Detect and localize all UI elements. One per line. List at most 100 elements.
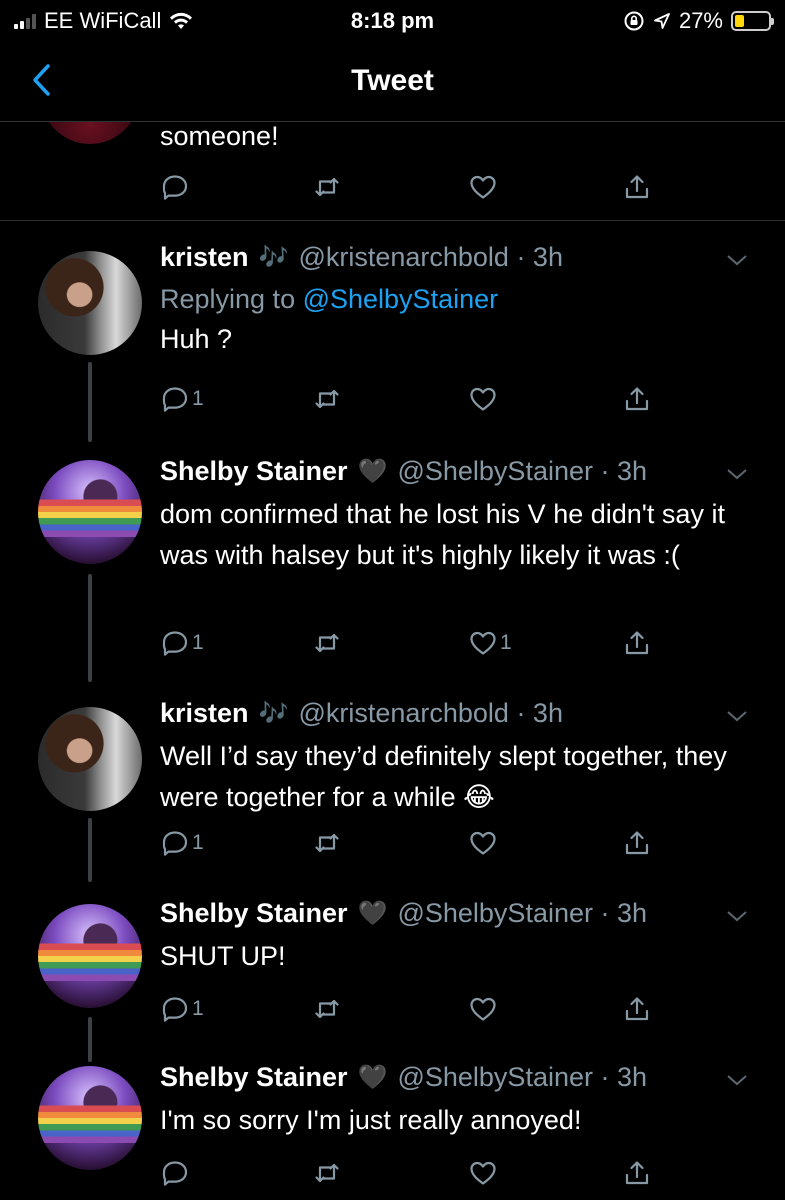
share-icon xyxy=(625,997,649,1021)
reply-icon xyxy=(162,175,188,200)
tweet-header: kristen 🎶 @kristenarchbold · 3h xyxy=(160,698,563,729)
like-button[interactable] xyxy=(468,828,498,858)
retweet-button[interactable] xyxy=(312,1158,342,1188)
retweet-icon xyxy=(315,177,339,197)
reply-count: 1 xyxy=(192,387,204,410)
tweet-text: dom confirmed that he lost his V he didn… xyxy=(160,499,725,570)
reply-count: 1 xyxy=(192,631,204,654)
retweet-button[interactable] xyxy=(312,172,342,202)
thread-line xyxy=(88,362,92,442)
heart-icon xyxy=(470,1161,496,1185)
location-arrow-icon xyxy=(654,13,670,29)
black-heart-emoji: 🖤 xyxy=(357,458,388,485)
share-button[interactable] xyxy=(622,828,652,858)
thread-line xyxy=(88,574,92,682)
reply-button[interactable]: 1 xyxy=(160,628,204,658)
handle-timestamp[interactable]: @ShelbyStainer · 3h xyxy=(397,456,647,487)
display-name[interactable]: Shelby Stainer xyxy=(160,456,348,487)
heart-icon xyxy=(470,631,496,655)
share-button[interactable] xyxy=(622,994,652,1024)
like-button[interactable] xyxy=(468,1158,498,1188)
avatar[interactable] xyxy=(38,707,142,811)
reply-icon xyxy=(162,1161,188,1186)
tweet-actions xyxy=(160,1158,680,1194)
display-name[interactable]: kristen xyxy=(160,242,249,273)
share-icon xyxy=(625,1161,649,1185)
share-icon xyxy=(625,631,649,655)
heart-icon xyxy=(470,831,496,855)
like-button[interactable] xyxy=(468,172,498,202)
tweet-text: I'm so sorry I'm just really annoyed! xyxy=(160,1105,582,1135)
handle-timestamp[interactable]: @ShelbyStainer · 3h xyxy=(397,1062,647,1093)
retweet-button[interactable] xyxy=(312,828,342,858)
share-button[interactable] xyxy=(622,384,652,414)
black-heart-emoji: 🖤 xyxy=(357,1064,388,1091)
tweet-text: Well I’d say they’d definitely slept tog… xyxy=(160,741,727,812)
tweet-text: Huh ? xyxy=(160,324,233,354)
tweet-header: kristen 🎶 @kristenarchbold · 3h xyxy=(160,242,563,273)
tweet[interactable]: Shelby Stainer 🖤 @ShelbyStainer · 3h I'm… xyxy=(0,1062,785,1200)
chevron-down-icon[interactable] xyxy=(725,462,749,486)
retweet-icon xyxy=(315,1163,339,1183)
tweet[interactable]: kristen 🎶 @kristenarchbold · 3h Well I’d… xyxy=(0,682,785,882)
tweet-header: Shelby Stainer 🖤 @ShelbyStainer · 3h xyxy=(160,1062,647,1093)
display-name[interactable]: Shelby Stainer xyxy=(160,1062,348,1093)
share-icon xyxy=(625,175,649,199)
battery-percent: 27% xyxy=(678,8,723,33)
share-button[interactable] xyxy=(622,172,652,202)
handle-timestamp[interactable]: @kristenarchbold · 3h xyxy=(298,242,563,273)
display-name[interactable]: kristen xyxy=(160,698,249,729)
share-button[interactable] xyxy=(622,1158,652,1188)
chevron-down-icon[interactable] xyxy=(725,248,749,272)
replying-prefix: Replying to xyxy=(160,284,303,314)
avatar[interactable] xyxy=(38,904,142,1008)
display-name[interactable]: Shelby Stainer xyxy=(160,898,348,929)
status-right: 27% xyxy=(623,8,774,34)
chevron-down-icon[interactable] xyxy=(725,904,749,928)
tweet[interactable]: Shelby Stainer 🖤 @ShelbyStainer · 3h dom… xyxy=(0,442,785,682)
like-button[interactable] xyxy=(468,384,498,414)
page-title: Tweet xyxy=(351,64,434,97)
heart-icon xyxy=(470,175,496,199)
retweet-icon xyxy=(315,999,339,1019)
tweet-actions: 1 1 xyxy=(160,628,680,664)
retweet-button[interactable] xyxy=(312,384,342,414)
reply-count: 1 xyxy=(192,831,204,854)
avatar[interactable] xyxy=(40,122,140,144)
tweet-actions: 1 xyxy=(160,828,680,864)
tweet-text: someone! xyxy=(160,122,279,151)
battery-level xyxy=(735,15,744,27)
reply-icon xyxy=(162,997,188,1022)
retweet-button[interactable] xyxy=(312,628,342,658)
reply-button[interactable] xyxy=(160,172,190,202)
share-icon xyxy=(625,387,649,411)
handle-timestamp[interactable]: @kristenarchbold · 3h xyxy=(298,698,563,729)
tweet-header: Shelby Stainer 🖤 @ShelbyStainer · 3h xyxy=(160,898,647,929)
mention-link[interactable]: @ShelbyStainer xyxy=(303,284,499,314)
chevron-down-icon[interactable] xyxy=(725,704,749,728)
reply-icon xyxy=(162,831,188,856)
tweet-header: Shelby Stainer 🖤 @ShelbyStainer · 3h xyxy=(160,456,647,487)
partial-tweet[interactable]: someone! xyxy=(0,122,785,221)
tweet-actions xyxy=(160,172,680,208)
reply-button[interactable] xyxy=(160,1158,190,1188)
avatar[interactable] xyxy=(38,460,142,564)
share-button[interactable] xyxy=(622,628,652,658)
avatar[interactable] xyxy=(38,251,142,355)
retweet-button[interactable] xyxy=(312,994,342,1024)
reply-button[interactable]: 1 xyxy=(160,994,204,1024)
tweet-text: SHUT UP! xyxy=(160,941,286,971)
reply-icon xyxy=(162,631,188,656)
tweet[interactable]: kristen 🎶 @kristenarchbold · 3h Replying… xyxy=(0,222,785,442)
retweet-icon xyxy=(315,833,339,853)
handle-timestamp[interactable]: @ShelbyStainer · 3h xyxy=(397,898,647,929)
chevron-down-icon[interactable] xyxy=(725,1068,749,1092)
reply-button[interactable]: 1 xyxy=(160,828,204,858)
reply-button[interactable]: 1 xyxy=(160,384,204,414)
tweet[interactable]: Shelby Stainer 🖤 @ShelbyStainer · 3h SHU… xyxy=(0,882,785,1062)
share-icon xyxy=(625,831,649,855)
like-button[interactable]: 1 xyxy=(468,628,512,658)
nav-bar: Tweet xyxy=(0,40,785,122)
avatar[interactable] xyxy=(38,1066,142,1170)
like-button[interactable] xyxy=(468,994,498,1024)
